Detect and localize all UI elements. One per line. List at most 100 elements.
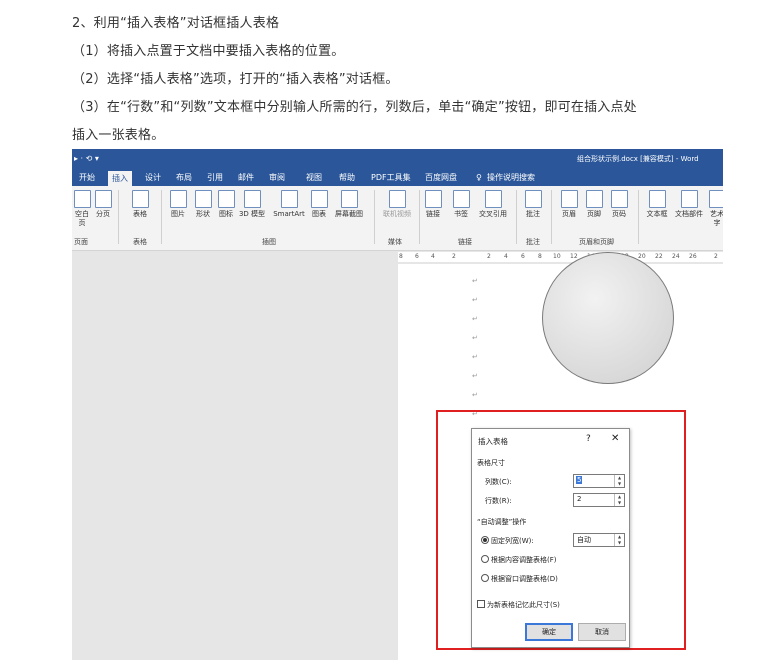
- icons-button[interactable]: 图标: [218, 190, 235, 219]
- 3d-models-button[interactable]: 3D 模型: [237, 190, 267, 219]
- smartart-icon: [280, 190, 298, 208]
- tab-baidu-netdisk[interactable]: 百度网盘: [425, 172, 457, 184]
- tab-view[interactable]: 视图: [306, 172, 322, 184]
- header-icon: [560, 190, 578, 208]
- ok-button[interactable]: 确定: [525, 623, 573, 641]
- link-button[interactable]: 链接: [425, 190, 442, 219]
- tab-home[interactable]: 开始: [79, 172, 95, 184]
- quick-access-toolbar[interactable]: ▸ · ⟲ ▾: [74, 154, 99, 163]
- bookmark-button[interactable]: 书签: [452, 190, 470, 219]
- step-heading: 2、利用“插入表格”对话框插人表格: [72, 16, 280, 31]
- divider: [161, 190, 162, 244]
- document-title: 组合形状示例.docx [兼容模式] - Word: [577, 155, 699, 163]
- group-pages: 页面: [74, 238, 88, 246]
- ribbon-tabs: 开始 插入 设计 布局 引用 邮件 审阅 视图 帮助 PDF工具集 百度网盘 ♀…: [72, 169, 723, 186]
- divider: [551, 190, 552, 244]
- online-video-button[interactable]: 联机视频: [379, 190, 415, 219]
- screenshot-button[interactable]: 屏幕截图: [331, 190, 367, 219]
- smartart-button[interactable]: SmartArt: [271, 190, 307, 219]
- columns-value[interactable]: 5: [576, 476, 583, 484]
- picture-icon: [169, 190, 187, 208]
- cancel-button[interactable]: 取消: [578, 623, 626, 641]
- group-header-footer: 页眉和页脚: [579, 238, 614, 246]
- fixed-width-spinner[interactable]: 自动 ▲ ▼: [573, 533, 625, 547]
- cross-reference-icon: [484, 190, 502, 208]
- tab-references[interactable]: 引用: [207, 172, 223, 184]
- page-number-button[interactable]: 页码: [609, 190, 629, 219]
- footer-button[interactable]: 页脚: [584, 190, 604, 219]
- autofit-window-radio[interactable]: 根据窗口调整表格(D): [481, 574, 558, 584]
- wordart-icon: [708, 190, 723, 208]
- text-box-button[interactable]: 文本框: [644, 190, 670, 219]
- cross-reference-button[interactable]: 交叉引用: [474, 190, 512, 219]
- footer-icon: [585, 190, 603, 208]
- table-size-section: 表格尺寸: [477, 459, 505, 467]
- help-icon[interactable]: ?: [586, 434, 591, 444]
- radio-icon: [481, 574, 489, 582]
- columns-spinner[interactable]: 5 ▲ ▼: [573, 474, 625, 488]
- step-1: （1）将插入点置于文档中要插入表格的位置。: [72, 44, 345, 59]
- tab-layout[interactable]: 布局: [176, 172, 192, 184]
- ruler-number: 2: [487, 253, 491, 260]
- video-icon: [388, 190, 406, 208]
- quick-parts-icon: [680, 190, 698, 208]
- circle-shape[interactable]: [542, 252, 674, 384]
- divider: [118, 190, 119, 244]
- spinner-arrows-icon[interactable]: ▲ ▼: [614, 534, 624, 546]
- remember-size-checkbox[interactable]: 为新表格记忆此尺寸(S): [477, 600, 560, 610]
- title-bar: ▸ · ⟲ ▾ 组合形状示例.docx [兼容模式] - Word: [72, 149, 723, 169]
- ruler-number: 10: [553, 253, 561, 260]
- spinner-arrows-icon[interactable]: ▲ ▼: [614, 494, 624, 506]
- tab-pdf-tools[interactable]: PDF工具集: [371, 172, 411, 184]
- autofit-section: “自动调整”操作: [477, 518, 527, 526]
- fixed-width-radio[interactable]: 固定列宽(W):: [481, 536, 534, 546]
- columns-label: 列数(C):: [485, 478, 512, 486]
- group-comments: 批注: [526, 238, 540, 246]
- tab-mailings[interactable]: 邮件: [238, 172, 254, 184]
- tell-me-search[interactable]: 操作说明搜索: [487, 172, 535, 184]
- icons-icon: [218, 190, 235, 208]
- page-break-button[interactable]: 分页: [94, 190, 112, 219]
- spinner-arrows-icon[interactable]: ▲ ▼: [614, 475, 624, 487]
- comment-button[interactable]: 批注: [522, 190, 544, 219]
- wordart-button[interactable]: 艺术字: [707, 190, 723, 228]
- chart-button[interactable]: 图表: [310, 190, 328, 219]
- ruler-number: 2: [452, 253, 456, 260]
- comment-icon: [524, 190, 542, 208]
- group-illustrations: 插图: [262, 238, 276, 246]
- paragraph-mark: ↵: [472, 334, 478, 342]
- step-2: （2）选择“插人表格”选项，打开的“插入表格”对话框。: [72, 72, 399, 87]
- horizontal-ruler[interactable]: 8 6 4 2 2 4 6 8 10 12 14 16 18 20 22 24 …: [398, 252, 723, 262]
- paragraph-mark: ↵: [472, 296, 478, 304]
- quick-parts-button[interactable]: 文档部件: [673, 190, 705, 219]
- ruler-number: 6: [521, 253, 525, 260]
- page-number-icon: [610, 190, 628, 208]
- rows-spinner[interactable]: 2 ▲ ▼: [573, 493, 625, 507]
- table-button[interactable]: 表格: [128, 190, 152, 219]
- ruler-number: 6: [415, 253, 419, 260]
- tab-review[interactable]: 审阅: [269, 172, 285, 184]
- step-3: （3）在“行数”和“列数”文本框中分别输人所需的行，列数后，单击“确定”按钮，即…: [72, 100, 637, 115]
- ruler-number: 4: [504, 253, 508, 260]
- tab-design[interactable]: 设计: [145, 172, 161, 184]
- lightbulb-icon: ♀: [476, 173, 482, 182]
- fixed-width-value[interactable]: 自动: [577, 535, 591, 545]
- radio-icon: [481, 555, 489, 563]
- rows-value[interactable]: 2: [577, 495, 581, 503]
- tab-help[interactable]: 帮助: [339, 172, 355, 184]
- paragraph-mark: ↵: [472, 315, 478, 323]
- page-break-icon: [94, 190, 112, 208]
- autofit-content-radio[interactable]: 根据内容调整表格(F): [481, 555, 557, 565]
- pictures-button[interactable]: 图片: [168, 190, 188, 219]
- step-3-continued: 插入一张表格。: [72, 128, 165, 143]
- header-button[interactable]: 页眉: [559, 190, 579, 219]
- checkbox-icon: [477, 600, 485, 608]
- shapes-button[interactable]: 形状: [193, 190, 213, 219]
- tab-insert[interactable]: 插入: [108, 171, 132, 186]
- rows-label: 行数(R):: [485, 497, 512, 505]
- blank-page-button[interactable]: 空白页: [72, 190, 92, 228]
- paragraph-mark: ↵: [472, 277, 478, 285]
- globe-link-icon: [425, 190, 442, 208]
- radio-selected-icon: [481, 536, 489, 544]
- close-icon[interactable]: ✕: [611, 433, 619, 444]
